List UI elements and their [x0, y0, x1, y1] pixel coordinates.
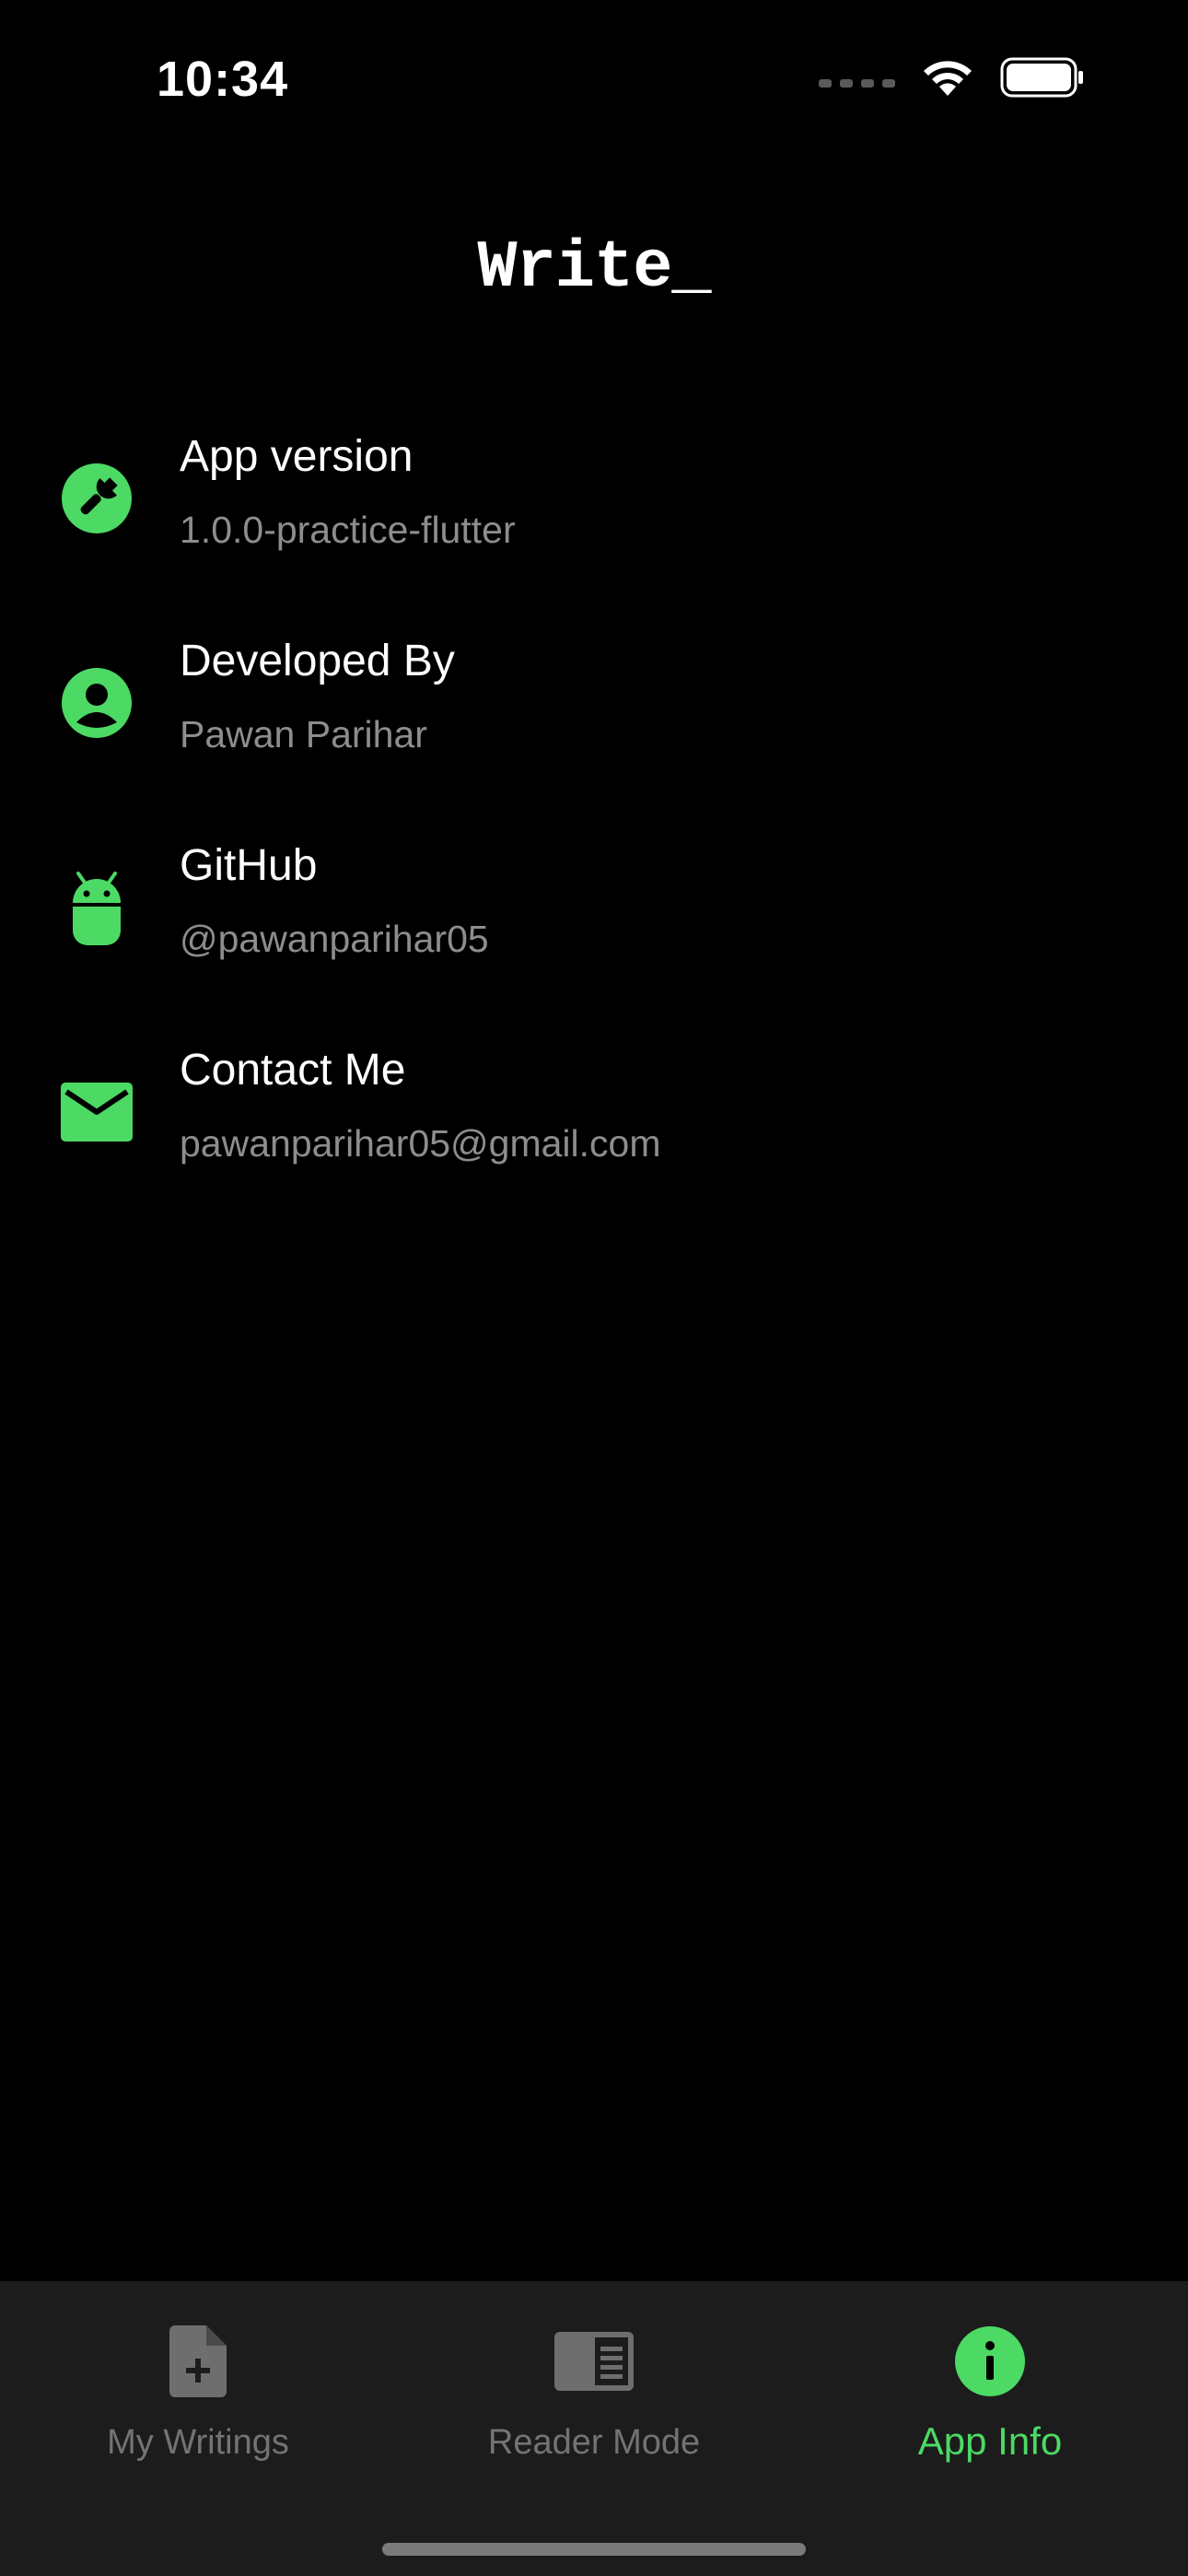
bottom-navigation-bar: My Writings Reader Mode App Info	[0, 2281, 1188, 2576]
nav-tab-label: App Info	[917, 2419, 1063, 2463]
item-title: Developed By	[180, 637, 455, 685]
status-time: 10:34	[157, 52, 289, 107]
nav-tab-my-writings[interactable]: My Writings	[0, 2320, 396, 2463]
nav-tab-label: Reader Mode	[487, 2423, 701, 2462]
info-icon	[792, 2320, 1188, 2403]
list-item-github[interactable]: GitHub @pawanparihar05	[0, 833, 1188, 1037]
status-bar: 10:34	[0, 0, 1188, 161]
item-title: Contact Me	[180, 1046, 406, 1095]
item-title: App version	[180, 432, 413, 481]
nav-tab-reader-mode[interactable]: Reader Mode	[396, 2320, 792, 2463]
status-icons	[819, 57, 1085, 98]
app-info-list: App version 1.0.0-practice-flutter Devel…	[0, 424, 1188, 1242]
item-subtitle: Pawan Parihar	[180, 713, 427, 755]
item-subtitle: 1.0.0-practice-flutter	[180, 509, 516, 551]
account-icon	[61, 667, 133, 739]
item-subtitle: pawanparihar05@gmail.com	[180, 1122, 661, 1165]
list-item-developed-by[interactable]: Developed By Pawan Parihar	[0, 628, 1188, 833]
wifi-icon	[921, 57, 974, 98]
cellular-signal-icon	[819, 78, 895, 88]
app-title: Write_	[477, 230, 711, 306]
item-subtitle: @pawanparihar05	[180, 918, 489, 960]
list-item-contact-me[interactable]: Contact Me pawanparihar05@gmail.com	[0, 1037, 1188, 1242]
wrench-icon	[61, 463, 133, 534]
battery-icon	[1000, 57, 1085, 98]
chrome-reader-mode-icon	[396, 2320, 792, 2403]
android-icon	[61, 872, 133, 945]
list-item-app-version[interactable]: App version 1.0.0-practice-flutter	[0, 424, 1188, 628]
nav-tab-app-info[interactable]: App Info	[792, 2320, 1188, 2464]
item-title: GitHub	[180, 841, 318, 890]
note-add-icon	[0, 2320, 396, 2403]
home-indicator[interactable]	[382, 2543, 806, 2556]
nav-tab-label: My Writings	[107, 2423, 289, 2462]
mail-icon	[61, 1076, 133, 1148]
